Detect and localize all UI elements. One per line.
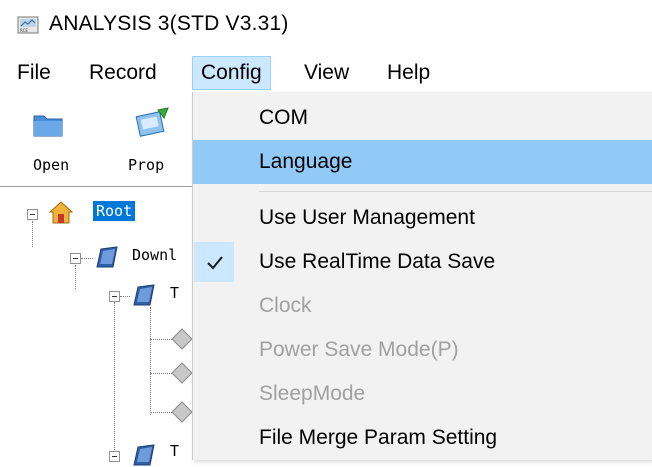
open-button[interactable]: Open — [18, 100, 78, 180]
book-icon — [96, 246, 118, 268]
tree-connector — [81, 258, 93, 259]
prop-button[interactable]: Prop — [118, 100, 188, 180]
menu-item-sleep-mode: SleepMode — [259, 382, 366, 405]
book-icon — [133, 444, 155, 466]
menu-item-com[interactable]: COM — [193, 96, 652, 140]
download-expander[interactable] — [70, 253, 81, 264]
menu-config[interactable]: Config — [192, 56, 271, 90]
menu-item-clock: Clock — [259, 294, 312, 317]
tree-connector — [150, 307, 151, 415]
tree-connector — [150, 412, 172, 413]
tree-item-root[interactable]: Root — [93, 201, 136, 221]
tree-connector — [120, 296, 130, 297]
tree-connector — [150, 373, 172, 374]
prop-label: Prop — [128, 156, 165, 174]
open-label: Open — [33, 156, 70, 174]
menu-item-file-merge-param-setting[interactable]: File Merge Param Setting — [193, 416, 652, 460]
home-icon — [48, 201, 74, 224]
svg-text:RCE: RCE — [20, 28, 28, 33]
menu-item-use-user-management[interactable]: Use User Management — [193, 196, 652, 240]
tree-item-download[interactable]: Downl — [132, 246, 177, 264]
toolbar: Open Prop — [0, 92, 200, 184]
menu-separator — [259, 191, 652, 192]
menu-view[interactable]: View — [296, 56, 357, 90]
title-bar: RCE ANALYSIS 3(STD V3.31) — [0, 0, 652, 48]
tree-item-child-1[interactable]: T — [170, 284, 179, 302]
menu-file[interactable]: File — [9, 56, 59, 90]
child-expander-2[interactable] — [109, 451, 120, 462]
tree-connector — [32, 221, 33, 247]
config-dropdown: COM Language Use User Management Use Rea… — [192, 92, 652, 460]
menu-item-power-save-mode: Power Save Mode(P) — [259, 338, 459, 361]
record-icon — [172, 328, 192, 350]
tree-connector — [114, 302, 115, 450]
root-expander[interactable] — [27, 209, 38, 220]
record-icon — [172, 362, 192, 384]
tree-panel: Root Downl T T — [0, 186, 200, 466]
properties-icon — [135, 107, 169, 137]
app-icon: RCE — [17, 16, 39, 34]
menu-record[interactable]: Record — [81, 56, 165, 90]
menu-item-language[interactable]: Language — [193, 140, 652, 184]
window-title: ANALYSIS 3(STD V3.31) — [49, 12, 289, 35]
folder-icon — [33, 115, 63, 137]
menu-item-use-realtime-data-save[interactable]: Use RealTime Data Save — [193, 240, 652, 284]
child-expander-1[interactable] — [109, 291, 120, 302]
tree-connector — [150, 339, 172, 340]
menu-help[interactable]: Help — [379, 56, 438, 90]
book-icon — [133, 284, 155, 306]
tree-item-child-2[interactable]: T — [170, 442, 179, 460]
record-icon — [172, 401, 192, 423]
tree-connector — [75, 265, 76, 289]
